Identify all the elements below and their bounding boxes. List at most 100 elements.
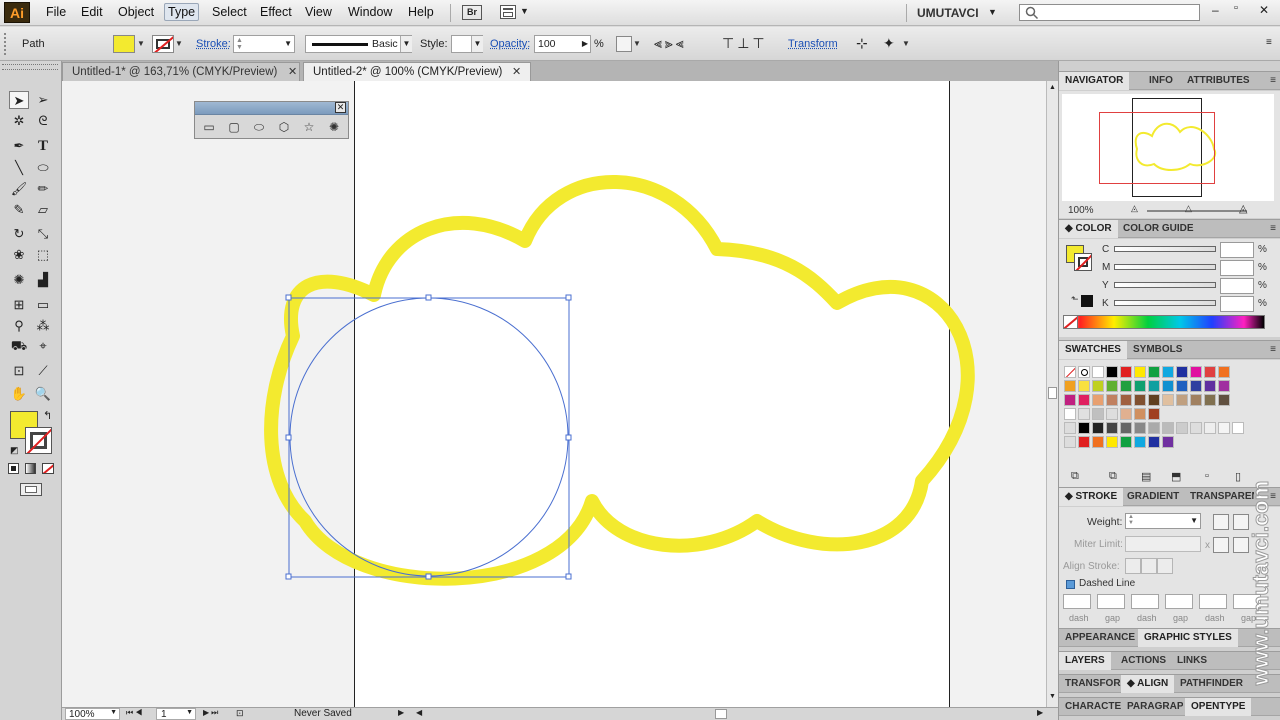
align-vertical-icon[interactable]: ⊤⊥⊤ — [722, 35, 768, 52]
screen-mode-icon[interactable] — [20, 483, 42, 496]
join-miter-icon[interactable] — [1213, 537, 1229, 553]
swatch[interactable] — [1064, 408, 1076, 420]
status-arrow-icon[interactable]: ▶ — [398, 708, 404, 717]
menu-select[interactable]: Select — [209, 5, 250, 19]
swatch[interactable] — [1204, 380, 1216, 392]
status-menu-icon[interactable]: ⊡ — [236, 708, 244, 719]
stroke-swatch[interactable] — [152, 35, 174, 53]
menu-help[interactable]: Help — [405, 5, 437, 19]
swatch[interactable] — [1148, 366, 1160, 378]
swatch[interactable] — [1134, 436, 1146, 448]
tab-paragraph[interactable]: PARAGRAPH — [1121, 698, 1183, 716]
control-menu-icon[interactable]: ≡ — [1266, 37, 1272, 48]
swap-fill-stroke-icon[interactable]: ↰ — [43, 409, 52, 422]
swatch[interactable] — [1162, 394, 1174, 406]
swatch[interactable] — [1134, 394, 1146, 406]
arrange-documents-icon[interactable] — [500, 5, 516, 19]
tab-align[interactable]: ◆ ALIGN — [1121, 675, 1175, 693]
zoom-out-icon[interactable]: ◬ — [1131, 203, 1138, 214]
swatch-library-icon[interactable]: ⧉ — [1071, 470, 1079, 483]
navigator-zoom[interactable]: 100% — [1068, 205, 1094, 216]
swatch[interactable] — [1190, 422, 1202, 434]
star-tool-icon[interactable]: ☆ — [301, 119, 317, 135]
swatch[interactable] — [1078, 408, 1090, 420]
fill-swatch[interactable] — [113, 35, 135, 53]
zoom-field[interactable]: 100% ▼ — [65, 708, 120, 720]
swatch[interactable] — [1218, 422, 1230, 434]
panel-menu-icon[interactable]: ≡ — [1270, 75, 1276, 86]
close-icon[interactable]: ✕ — [335, 102, 346, 113]
polygon-tool-icon[interactable]: ⬡ — [276, 119, 292, 135]
swatch[interactable] — [1148, 436, 1160, 448]
blob-brush-tool-icon[interactable]: ✎ — [9, 201, 29, 219]
swatch[interactable] — [1092, 366, 1104, 378]
swatch[interactable] — [1134, 380, 1146, 392]
close-icon[interactable]: ✕ — [288, 63, 297, 81]
eraser-tool-icon[interactable]: ▱ — [33, 201, 53, 219]
swatch[interactable] — [1218, 366, 1230, 378]
menu-file[interactable]: File — [43, 5, 69, 19]
opacity-field[interactable]: 100 ▶ — [534, 35, 591, 53]
bridge-button[interactable]: Br — [462, 5, 482, 20]
swatch-group-folder-icon[interactable] — [1064, 436, 1076, 448]
canvas-area[interactable] — [62, 81, 1046, 707]
swatch[interactable] — [1120, 394, 1132, 406]
dashed-line-checkbox[interactable] — [1066, 580, 1075, 589]
swatch[interactable] — [1064, 366, 1076, 378]
zoom-slider-thumb[interactable]: △ — [1185, 203, 1192, 214]
paintbrush-tool-icon[interactable]: 🖌 — [9, 180, 29, 198]
stroke-link[interactable]: Stroke: — [196, 38, 231, 50]
swatch[interactable] — [1190, 366, 1202, 378]
artboard-nav-next-icon[interactable]: ▶⏭ — [203, 708, 220, 718]
align-buttons-icon[interactable]: ⫷⫸⫷ — [654, 35, 687, 52]
swatch[interactable] — [1204, 366, 1216, 378]
chevron-down-icon[interactable]: ▼ — [901, 37, 911, 51]
swatch[interactable] — [1092, 422, 1104, 434]
swatch[interactable] — [1092, 436, 1104, 448]
color-stroke-swatch[interactable] — [1074, 253, 1092, 271]
artboard-number-field[interactable]: 1 ▼ — [156, 708, 196, 720]
maximize-icon[interactable]: ▫ — [1234, 2, 1238, 14]
menu-type[interactable]: Type — [164, 3, 200, 21]
swatch[interactable] — [1078, 436, 1090, 448]
ellipse-tool-icon[interactable]: ⬭ — [33, 159, 53, 177]
chevron-down-icon[interactable]: ▼ — [520, 6, 529, 16]
tab-swatches[interactable]: SWATCHES — [1059, 341, 1127, 359]
default-colors-icon[interactable]: ◩ — [10, 445, 19, 456]
toolbox-stroke-swatch[interactable] — [25, 427, 52, 454]
swatch[interactable] — [1162, 380, 1174, 392]
eyedropper-tool-icon[interactable]: ⚲ — [9, 317, 29, 335]
swatch[interactable] — [1162, 436, 1174, 448]
swatch[interactable] — [1120, 366, 1132, 378]
channel-k-field[interactable] — [1220, 296, 1254, 312]
tab-stroke[interactable]: ◆ STROKE — [1059, 488, 1124, 506]
magic-wand-tool-icon[interactable]: ✲ — [9, 112, 29, 130]
opacity-link[interactable]: Opacity: — [490, 38, 530, 50]
swatch[interactable] — [1120, 422, 1132, 434]
pencil-tool-icon[interactable]: ✏ — [33, 180, 53, 198]
scroll-left-icon[interactable]: ◀ — [416, 708, 422, 717]
menu-window[interactable]: Window — [345, 5, 395, 19]
swatch[interactable] — [1106, 366, 1118, 378]
tab-attributes[interactable]: ATTRIBUTES — [1181, 72, 1256, 90]
swatch[interactable] — [1148, 380, 1160, 392]
swatch[interactable] — [1134, 366, 1146, 378]
channel-k-slider[interactable] — [1114, 300, 1216, 306]
brush-definition-field[interactable]: Basic ▼ — [305, 35, 412, 53]
channel-c-field[interactable] — [1220, 242, 1254, 258]
chevron-down-icon[interactable]: ▼ — [632, 37, 642, 51]
artboard-tool-icon[interactable]: ⊡ — [9, 362, 29, 380]
scroll-right-icon[interactable]: ▶ — [1037, 708, 1043, 717]
swatch[interactable] — [1176, 380, 1188, 392]
swatch[interactable] — [1176, 366, 1188, 378]
horizontal-scroll-thumb[interactable] — [715, 709, 727, 719]
swatch[interactable] — [1092, 380, 1104, 392]
navigator-view-box[interactable] — [1099, 112, 1215, 184]
swatch[interactable] — [1190, 380, 1202, 392]
tab-untitled-1[interactable]: Untitled-1* @ 163,71% (CMYK/Preview) ✕ — [62, 62, 300, 81]
out-of-gamut-icon[interactable]: ⬑ — [1071, 294, 1079, 305]
swatch[interactable] — [1078, 422, 1090, 434]
swatch[interactable] — [1078, 380, 1090, 392]
channel-m-slider[interactable] — [1114, 264, 1216, 270]
channel-y-field[interactable] — [1220, 278, 1254, 294]
